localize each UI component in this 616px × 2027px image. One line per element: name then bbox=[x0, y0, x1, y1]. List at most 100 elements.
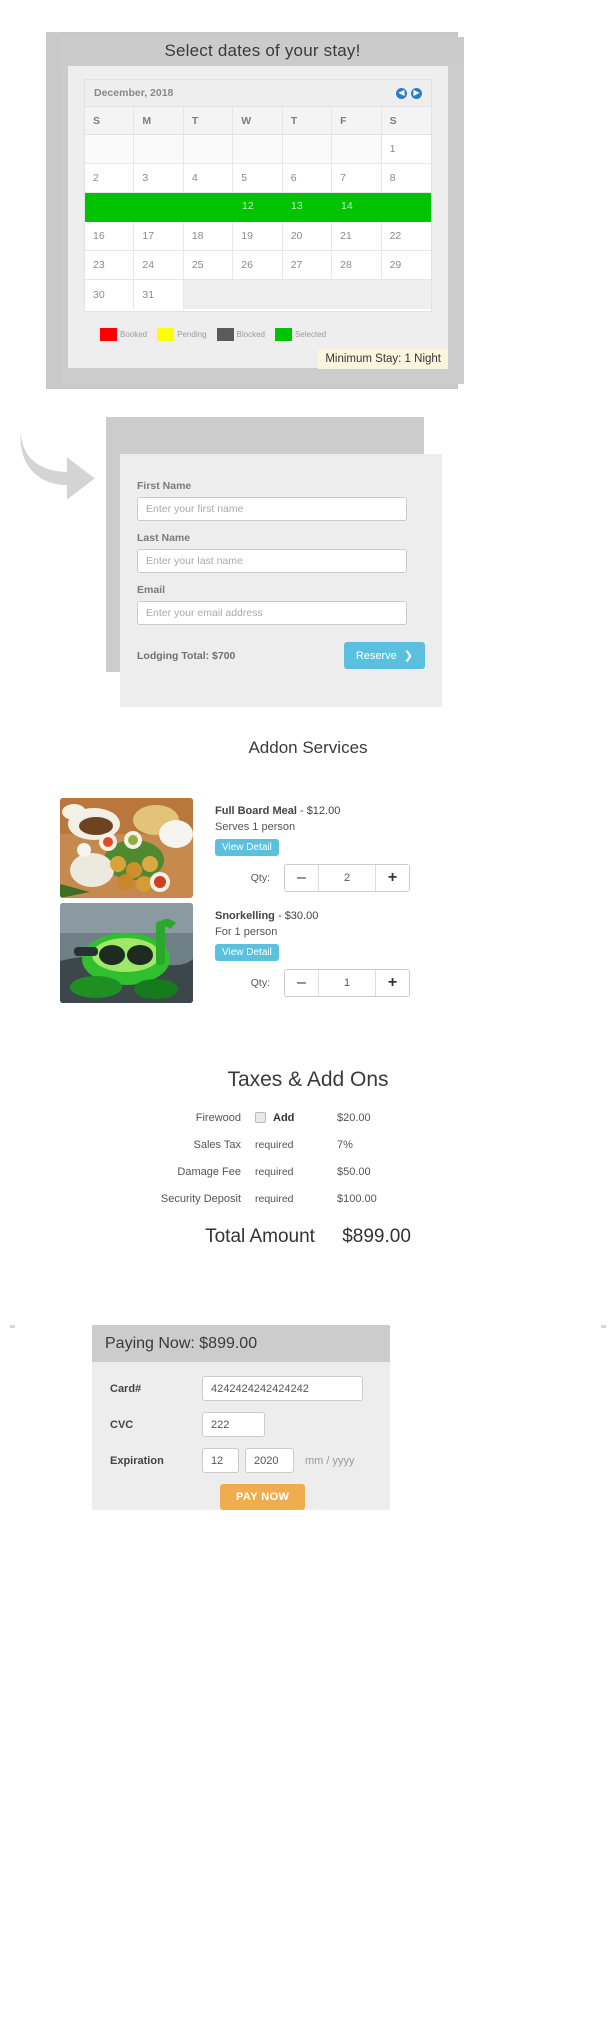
calendar-panel: December, 2018 ◀ ▶ S M T W T F S 1 2 3 4… bbox=[68, 66, 448, 369]
day-cell[interactable]: 17 bbox=[134, 222, 184, 251]
last-name-input[interactable] bbox=[137, 549, 407, 573]
addon-description: Serves 1 person bbox=[215, 821, 296, 833]
qty-increment-button[interactable]: + bbox=[375, 865, 409, 891]
snorkel-gear-photo bbox=[60, 903, 193, 1003]
weekday-4: T bbox=[283, 107, 333, 134]
day-cell[interactable]: 22 bbox=[381, 222, 431, 251]
payment-form: Card# CVC Expiration mm / yyyy PAY NOW bbox=[92, 1362, 390, 1510]
day-cell[interactable] bbox=[332, 135, 382, 164]
day-cell-empty bbox=[381, 280, 431, 309]
tax-mid-label: required bbox=[255, 1192, 294, 1205]
lodging-total-label: Lodging Total: $700 bbox=[137, 649, 236, 662]
chevron-right-icon[interactable]: ▶ bbox=[411, 87, 422, 99]
addon-name-row: Full Board Meal - $12.00 bbox=[215, 805, 340, 817]
legend-label-pending: Pending bbox=[177, 330, 207, 339]
day-cell[interactable]: 18 bbox=[183, 222, 234, 251]
pay-now-row: PAY NOW bbox=[92, 1484, 390, 1510]
expiration-month-input[interactable] bbox=[202, 1448, 239, 1473]
qty-decrement-button[interactable]: – bbox=[285, 865, 319, 891]
total-amount-row: Total Amount $899.00 bbox=[0, 1226, 616, 1248]
day-cell[interactable]: 3 bbox=[134, 164, 184, 193]
day-cell[interactable]: 26 bbox=[233, 251, 283, 280]
addon-price: - $30.00 bbox=[277, 910, 319, 922]
day-cell[interactable]: 16 bbox=[85, 222, 135, 251]
cvc-input[interactable] bbox=[202, 1412, 265, 1437]
day-cell[interactable]: 1 bbox=[381, 135, 431, 164]
qty-label: Qty: bbox=[250, 872, 270, 884]
day-cell[interactable]: 29 bbox=[381, 251, 431, 280]
qty-input[interactable] bbox=[319, 970, 375, 996]
day-cell[interactable] bbox=[183, 135, 234, 164]
calendar-week-row: 2 3 4 5 6 7 8 bbox=[85, 164, 431, 193]
day-cell[interactable]: 31 bbox=[134, 280, 184, 309]
qty-input[interactable] bbox=[319, 865, 375, 891]
calendar-weekday-header: S M T W T F S bbox=[85, 107, 431, 135]
calendar-nav-group: ◀ ▶ bbox=[396, 87, 422, 99]
tax-value: $50.00 bbox=[337, 1165, 371, 1178]
expiration-row: Expiration mm / yyyy bbox=[92, 1448, 390, 1473]
calendar-month-label: December, 2018 bbox=[94, 87, 174, 99]
legend-label-booked: Booked bbox=[120, 330, 148, 339]
firewood-add-checkbox[interactable] bbox=[255, 1112, 266, 1123]
tax-name: Damage Fee bbox=[177, 1165, 241, 1178]
day-cell[interactable]: 24 bbox=[134, 251, 184, 280]
reserve-button-label: Reserve bbox=[355, 649, 397, 662]
day-cell[interactable] bbox=[233, 135, 283, 164]
day-cell[interactable]: 25 bbox=[183, 251, 234, 280]
reserve-button[interactable]: Reserve ❯ bbox=[343, 642, 425, 669]
day-cell-empty bbox=[233, 280, 283, 309]
first-name-input[interactable] bbox=[137, 497, 407, 521]
curved-arrow-icon bbox=[20, 430, 95, 500]
tax-mid-label: Add bbox=[273, 1111, 295, 1124]
food-platter-photo bbox=[60, 798, 193, 898]
calendar-widget: December, 2018 ◀ ▶ S M T W T F S 1 2 3 4… bbox=[84, 79, 432, 312]
first-name-field-group: First Name bbox=[120, 480, 442, 521]
day-cell[interactable]: 6 bbox=[282, 164, 333, 193]
day-cell[interactable]: 28 bbox=[332, 251, 382, 280]
first-name-label: First Name bbox=[137, 480, 192, 492]
calendar-banner-title: Select dates of your stay! bbox=[164, 41, 361, 60]
addon-name-row: Snorkelling - $30.00 bbox=[215, 910, 318, 922]
day-cell[interactable]: 23 bbox=[85, 251, 135, 280]
card-number-row: Card# bbox=[92, 1376, 390, 1401]
pay-now-button[interactable]: PAY NOW bbox=[220, 1484, 306, 1510]
payment-panel: Paying Now: $899.00 Card# CVC Expiration… bbox=[92, 1325, 390, 1510]
day-cell[interactable]: 8 bbox=[381, 164, 431, 193]
calendar-week-row: 23 24 25 26 27 28 29 bbox=[85, 251, 431, 280]
day-cell[interactable] bbox=[85, 135, 135, 164]
day-cell[interactable]: 20 bbox=[282, 222, 333, 251]
qty-decrement-button[interactable]: – bbox=[285, 970, 319, 996]
last-name-field-group: Last Name bbox=[120, 532, 442, 573]
email-input[interactable] bbox=[137, 601, 407, 625]
tax-value: $20.00 bbox=[337, 1111, 371, 1124]
day-cell-empty bbox=[282, 280, 333, 309]
day-cell[interactable]: 2 bbox=[85, 164, 135, 193]
cvc-row: CVC bbox=[92, 1412, 390, 1437]
card-number-label: Card# bbox=[110, 1382, 142, 1395]
tax-mid-label: required bbox=[255, 1165, 294, 1178]
qty-increment-button[interactable]: + bbox=[375, 970, 409, 996]
chevron-left-icon[interactable]: ◀ bbox=[396, 87, 407, 99]
day-cell[interactable]: 4 bbox=[183, 164, 234, 193]
email-label: Email bbox=[137, 584, 166, 596]
weekday-5: F bbox=[332, 107, 382, 134]
day-cell[interactable]: 21 bbox=[332, 222, 382, 251]
tax-row: Firewood Add $20.00 bbox=[150, 1104, 450, 1131]
legend-swatch-selected bbox=[274, 328, 292, 341]
legend-label-blocked: Blocked bbox=[236, 330, 265, 339]
day-cell[interactable] bbox=[134, 135, 184, 164]
day-cell[interactable]: 7 bbox=[332, 164, 382, 193]
view-detail-button[interactable]: View Detail bbox=[215, 944, 279, 961]
day-cell[interactable]: 5 bbox=[233, 164, 283, 193]
day-cell[interactable] bbox=[282, 135, 333, 164]
expiration-year-input[interactable] bbox=[245, 1448, 294, 1473]
day-cell[interactable]: 27 bbox=[282, 251, 333, 280]
payment-rule-right bbox=[601, 1325, 606, 1328]
card-number-input[interactable] bbox=[202, 1376, 363, 1401]
email-field-group: Email bbox=[120, 584, 442, 625]
calendar-week-row: 1 bbox=[85, 135, 431, 164]
view-detail-button[interactable]: View Detail bbox=[215, 839, 279, 856]
day-cell[interactable]: 19 bbox=[233, 222, 283, 251]
selection-range-highlight bbox=[85, 193, 431, 222]
day-cell[interactable]: 30 bbox=[85, 280, 135, 309]
